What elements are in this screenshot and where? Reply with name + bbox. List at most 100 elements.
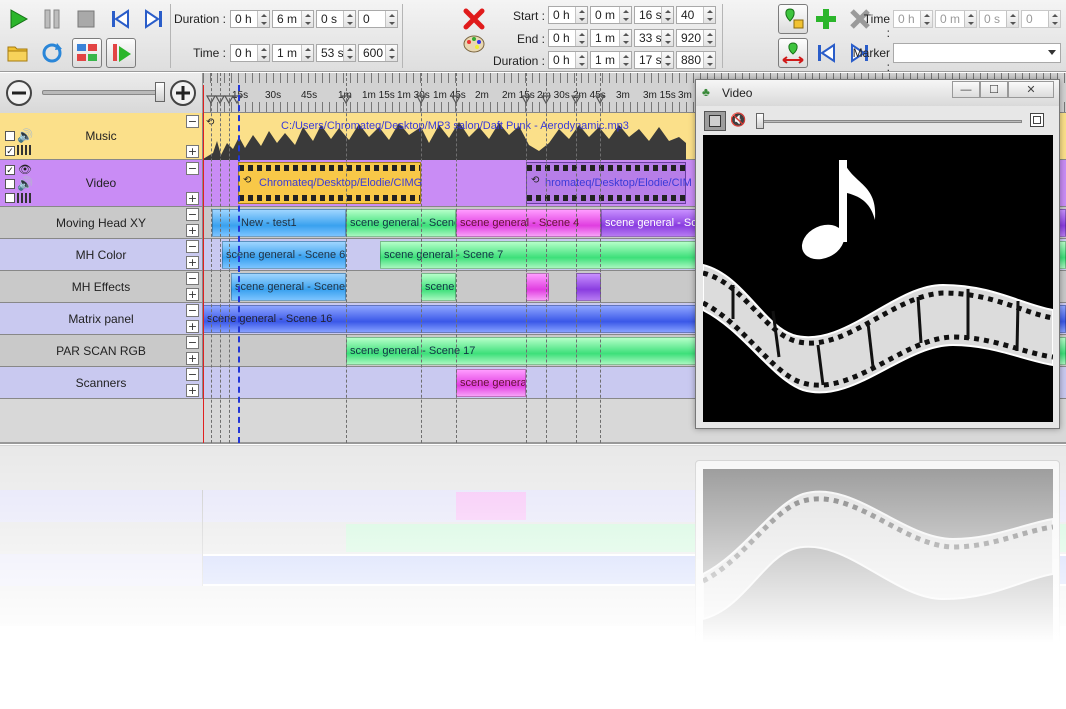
play-from-marker-button[interactable] bbox=[106, 38, 136, 68]
maximize-button[interactable]: ☐ bbox=[980, 81, 1008, 98]
start-seconds[interactable]: 16 s bbox=[634, 6, 674, 24]
collapse-track-button[interactable]: − bbox=[186, 336, 199, 349]
expand-track-button[interactable]: + bbox=[186, 256, 199, 269]
time-seconds[interactable]: 53 s bbox=[316, 44, 356, 62]
volume-slider-handle[interactable] bbox=[756, 113, 764, 129]
pause-icon bbox=[44, 9, 60, 29]
scene-block[interactable]: scene general - Scene bbox=[346, 209, 456, 237]
time-minutes[interactable]: 1 m bbox=[272, 44, 314, 62]
play-button[interactable] bbox=[4, 5, 32, 33]
color-palette-button[interactable] bbox=[460, 30, 488, 58]
end-frames[interactable]: 920 bbox=[676, 29, 716, 47]
scene-block[interactable]: scene general - Scene 4 bbox=[456, 209, 601, 237]
move-marker-button[interactable] bbox=[778, 38, 808, 68]
block-duration-frames-value: 880 bbox=[681, 53, 702, 67]
close-button[interactable]: ✕ bbox=[1008, 81, 1054, 98]
collapse-track-button[interactable]: − bbox=[186, 162, 199, 175]
track-matrix-panel-header[interactable]: Matrix panel − + bbox=[0, 303, 203, 335]
fullscreen-button[interactable] bbox=[1030, 113, 1044, 127]
collapse-track-button[interactable]: − bbox=[186, 368, 199, 381]
lock-marker-button[interactable] bbox=[778, 4, 808, 34]
marker-select[interactable] bbox=[893, 43, 1061, 63]
chevron-down-icon bbox=[1048, 50, 1056, 55]
playhead[interactable] bbox=[203, 85, 204, 443]
minimize-button[interactable]: — bbox=[952, 81, 980, 98]
open-folder-button[interactable] bbox=[4, 39, 32, 67]
add-marker-button[interactable] bbox=[812, 5, 840, 33]
track-mh-color-header[interactable]: MH Color − + bbox=[0, 239, 203, 271]
block-duration-minutes[interactable]: 1 m bbox=[590, 51, 632, 69]
visible-checkbox[interactable]: ✓ bbox=[5, 165, 15, 175]
expand-track-button[interactable]: + bbox=[186, 320, 199, 333]
expand-track-button[interactable]: + bbox=[186, 384, 199, 397]
scene-block[interactable]: scene genera bbox=[456, 369, 526, 397]
pause-button[interactable] bbox=[38, 5, 66, 33]
marker-time-seconds[interactable]: 0 s bbox=[979, 10, 1019, 28]
track-video-header[interactable]: Video ✓ 👁 🔊 − + bbox=[0, 160, 203, 207]
delete-block-button[interactable] bbox=[460, 5, 488, 33]
expand-track-button[interactable]: + bbox=[186, 288, 199, 301]
film-strip bbox=[703, 263, 1053, 394]
block-duration-frames[interactable]: 880 bbox=[676, 51, 716, 69]
collapse-track-button[interactable]: − bbox=[186, 208, 199, 221]
stop-button[interactable] bbox=[72, 5, 100, 33]
duration-hours[interactable]: 0 h bbox=[230, 10, 270, 28]
stretch-toggle-button[interactable] bbox=[704, 111, 726, 131]
scene-block[interactable]: scene bbox=[421, 273, 456, 301]
mute-checkbox[interactable] bbox=[5, 179, 15, 189]
marker-time-minutes[interactable]: 0 m bbox=[935, 10, 977, 28]
scene-block[interactable]: New - test1 bbox=[212, 209, 346, 237]
scene-block[interactable]: scene general - Scene bbox=[231, 273, 346, 301]
enabled-checkbox[interactable]: ✓ bbox=[5, 146, 15, 156]
video-block-2[interactable]: ⟲ hromateq/Desktop/Elodie/CIM bbox=[526, 162, 692, 204]
expand-track-button[interactable]: + bbox=[186, 224, 199, 237]
duration-seconds[interactable]: 0 s bbox=[316, 10, 356, 28]
expand-track-button[interactable]: + bbox=[186, 192, 199, 205]
end-minutes[interactable]: 1 m bbox=[590, 29, 632, 47]
zoom-slider-track[interactable] bbox=[42, 90, 164, 95]
collapse-track-button[interactable]: − bbox=[186, 115, 199, 128]
track-moving-head-xy-header[interactable]: Moving Head XY − + bbox=[0, 207, 203, 239]
scene-assign-button[interactable] bbox=[72, 38, 102, 68]
refresh-button[interactable] bbox=[38, 39, 66, 67]
duration-frames[interactable]: 0 bbox=[358, 10, 398, 28]
time-hours[interactable]: 0 h bbox=[230, 44, 270, 62]
collapse-track-button[interactable]: − bbox=[186, 304, 199, 317]
block-duration-hours[interactable]: 0 h bbox=[548, 51, 588, 69]
expand-track-button[interactable]: + bbox=[186, 145, 199, 158]
collapse-track-button[interactable]: − bbox=[186, 272, 199, 285]
block-duration-seconds[interactable]: 17 s bbox=[634, 51, 674, 69]
track-music-header[interactable]: Music 🔊 ✓ − + bbox=[0, 113, 203, 160]
duration-minutes[interactable]: 6 m bbox=[272, 10, 314, 28]
scene-block[interactable]: scene general - Scene 6 bbox=[222, 241, 346, 269]
collapse-track-button[interactable]: − bbox=[186, 240, 199, 253]
marker-time-hours[interactable]: 0 h bbox=[893, 10, 933, 28]
scene-block[interactable] bbox=[576, 273, 601, 301]
volume-slider-track[interactable] bbox=[756, 120, 1022, 123]
track-par-scan-rgb-header[interactable]: PAR SCAN RGB − + bbox=[0, 335, 203, 367]
zoom-slider-handle[interactable] bbox=[155, 82, 165, 102]
duration-hours-value: 0 h bbox=[235, 12, 252, 26]
zoom-in-button[interactable] bbox=[169, 79, 197, 107]
marker-time-frames[interactable]: 0 bbox=[1021, 10, 1061, 28]
next-button[interactable] bbox=[140, 5, 168, 33]
end-hours[interactable]: 0 h bbox=[548, 29, 588, 47]
start-minutes[interactable]: 0 m bbox=[590, 6, 632, 24]
time-hours-value: 0 h bbox=[235, 46, 252, 60]
video-titlebar[interactable]: ♣ Video — ☐ ✕ bbox=[696, 80, 1059, 106]
enabled-checkbox[interactable] bbox=[5, 193, 15, 203]
music-note-icon bbox=[801, 160, 876, 260]
start-frames[interactable]: 40 bbox=[676, 6, 716, 24]
start-hours[interactable]: 0 h bbox=[548, 6, 588, 24]
track-mh-effects-header[interactable]: MH Effects − + bbox=[0, 271, 203, 303]
zoom-out-button[interactable] bbox=[5, 79, 33, 107]
previous-button[interactable] bbox=[106, 5, 134, 33]
expand-track-button[interactable]: + bbox=[186, 352, 199, 365]
mute-checkbox[interactable] bbox=[5, 131, 15, 141]
time-frames[interactable]: 600 bbox=[358, 44, 398, 62]
video-block-1[interactable]: ⟲ Chromateq/Desktop/Elodie/CIMG bbox=[238, 162, 422, 204]
mute-icon[interactable]: 🔇 bbox=[730, 113, 746, 128]
previous-marker-button[interactable] bbox=[812, 39, 840, 67]
end-seconds[interactable]: 33 s bbox=[634, 29, 674, 47]
track-scanners-header[interactable]: Scanners − + bbox=[0, 367, 203, 399]
